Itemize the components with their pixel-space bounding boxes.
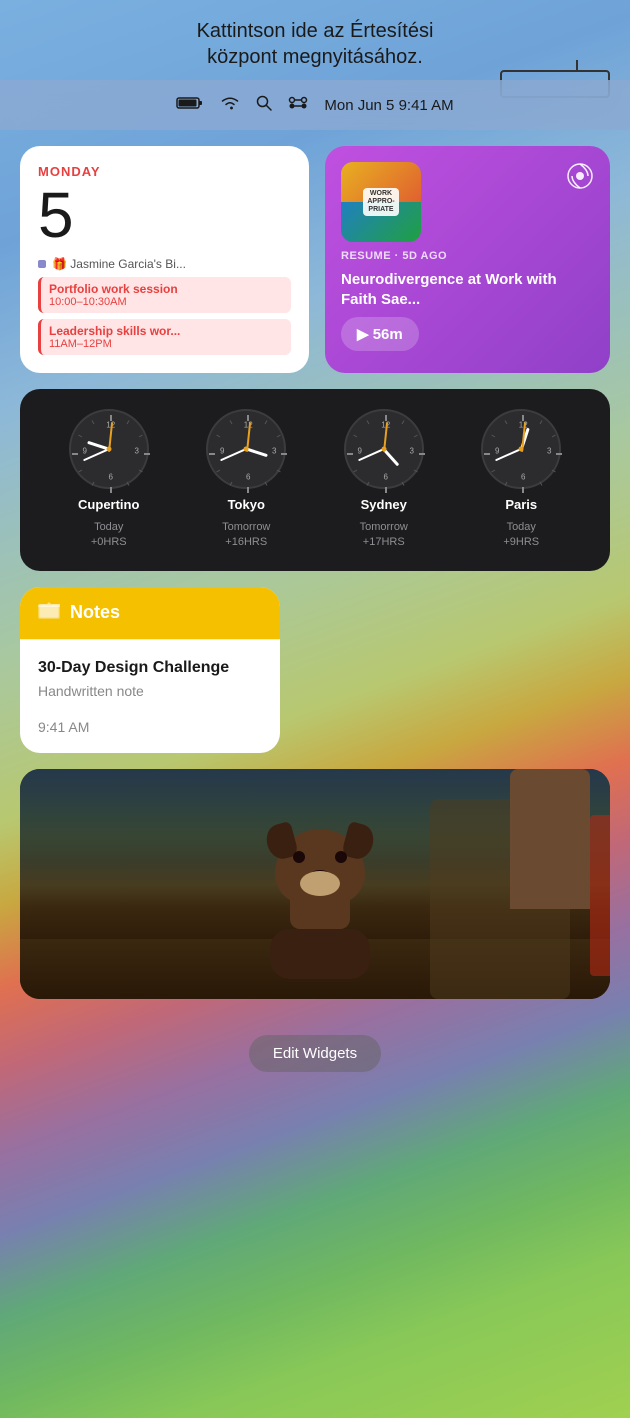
menubar-datetime[interactable]: Mon Jun 5 9:41 AM [324,97,453,114]
widget-row-1: MONDAY 5 🎁 Jasmine Garcia's Bi... Portfo… [20,146,610,373]
clock-city-tokyo: 12369 Tokyo Tomorrow+16HRS [206,409,286,551]
podcast-header: WORKAPPRO-PRIATE [341,162,594,242]
podcast-artwork-bg: WORKAPPRO-PRIATE [341,162,421,242]
widget-podcast[interactable]: WORKAPPRO-PRIATE RESUME · 5D AGO Neurodi… [325,146,610,373]
clock-city-info-tokyo: Tomorrow+16HRS [222,520,270,551]
podcast-app-icon [566,162,594,196]
event-1-time: 10:00–10:30AM [49,296,283,308]
edit-widgets-button[interactable]: Edit Widgets [249,1035,381,1072]
clock-face-sydney: 12369 [344,409,424,489]
dog-photo [20,769,610,999]
podcast-meta: RESUME · 5D AGO [341,250,594,262]
clock-city-paris: 12369 Paris Today+9HRS [481,409,561,551]
widget-world-clock[interactable]: 12369 Cupertino Today+0HRS 12369 Tokyo Tomorr… [20,389,610,571]
podcast-artwork: WORKAPPRO-PRIATE [341,162,421,242]
clock-city-cupertino: 12369 Cupertino Today+0HRS [69,409,149,551]
notes-header: Notes [20,587,280,639]
dog-eye-right [335,851,347,863]
search-icon[interactable] [256,95,272,116]
widget-photo[interactable] [20,769,610,999]
notes-folder-icon [38,601,60,625]
birthday-dot [38,260,46,268]
event-2-time: 11AM–12PM [49,338,283,350]
clock-city-sydney: 12369 Sydney Tomorrow+17HRS [344,409,424,551]
clock-city-name-paris: Paris [505,497,537,512]
calendar-date: 5 [38,183,291,247]
clock-face-paris: 12369 [481,409,561,489]
clock-city-name-sydney: Sydney [361,497,407,512]
clock-city-name-tokyo: Tokyo [228,497,265,512]
calendar-birthday-event: 🎁 Jasmine Garcia's Bi... [38,257,291,271]
event-1-title: Portfolio work session [49,282,283,296]
calendar-events: 🎁 Jasmine Garcia's Bi... Portfolio work … [38,257,291,355]
dog-head [275,829,365,904]
menubar: Mon Jun 5 9:41 AM [0,80,630,130]
widget-calendar[interactable]: MONDAY 5 🎁 Jasmine Garcia's Bi... Portfo… [20,146,309,373]
notes-title: Notes [70,602,120,623]
dog-eye-left [293,851,305,863]
note-subtitle: Handwritten note [38,683,262,699]
wifi-icon [220,95,240,116]
calendar-event-2[interactable]: Leadership skills wor... 11AM–12PM [38,319,291,355]
control-center-icon[interactable] [288,96,308,115]
podcast-title: Neurodivergence at Work with Faith Sae..… [341,270,594,309]
note-time: 9:41 AM [38,719,262,735]
birthday-text: 🎁 Jasmine Garcia's Bi... [52,257,186,271]
clock-city-info-paris: Today+9HRS [503,520,539,551]
calendar-day-label: MONDAY [38,164,291,179]
calendar-event-1[interactable]: Portfolio work session 10:00–10:30AM [38,277,291,313]
chair-back [510,769,590,909]
podcast-play-button[interactable]: ▶ 56m [341,317,419,351]
clock-face-tokyo: 12369 [206,409,286,489]
note-title: 30-Day Design Challenge [38,658,262,679]
dog-figure [270,829,370,979]
clock-city-info-cupertino: Today+0HRS [91,520,127,551]
clock-city-name-cupertino: Cupertino [78,497,139,512]
event-2-title: Leadership skills wor... [49,324,283,338]
notes-content: 30-Day Design Challenge Handwritten note… [20,639,280,753]
instruction-text: Kattintson ide az Értesítési központ meg… [0,0,630,80]
clock-city-info-sydney: Tomorrow+17HRS [360,520,408,551]
battery-icon [176,96,204,115]
widgets-container: MONDAY 5 🎁 Jasmine Garcia's Bi... Portfo… [0,130,630,1015]
edit-widgets-area: Edit Widgets [0,1015,630,1092]
menubar-icons: Mon Jun 5 9:41 AM [20,95,610,116]
clock-face-cupertino: 12369 [69,409,149,489]
widget-notes[interactable]: Notes 30-Day Design Challenge Handwritte… [20,587,280,753]
dog-torso [270,929,370,979]
